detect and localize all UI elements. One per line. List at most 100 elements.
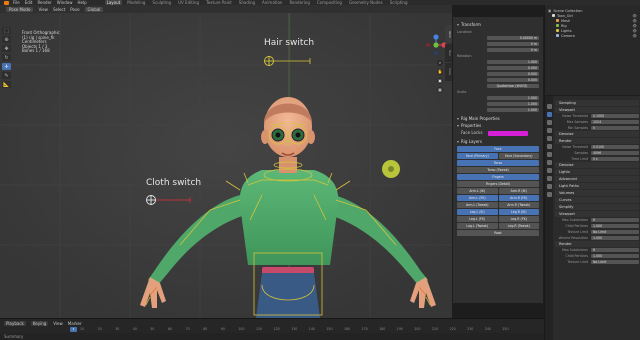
rig-layer-toggle[interactable]: Face	[457, 145, 539, 152]
camera-view-icon[interactable]: ▣	[437, 78, 443, 84]
rig-layer-toggle[interactable]: Arm.L (FK)	[457, 194, 498, 201]
tool-tab-icon[interactable]	[546, 104, 552, 109]
rig-main-section-header[interactable]: Rig Main Properties	[457, 116, 539, 121]
rig-layer-toggle[interactable]: Leg.R (FK)	[498, 215, 539, 222]
zoom-icon[interactable]: ⌕	[437, 60, 443, 66]
property-field[interactable]: 1.000	[591, 253, 639, 258]
transform-tool-icon[interactable]: ✛	[2, 63, 11, 70]
property-field[interactable]: No Limit	[591, 259, 639, 264]
properties-section-header[interactable]: Properties	[457, 123, 539, 128]
visibility-eye-icon[interactable]: 👁	[633, 29, 637, 33]
properties-section-header[interactable]: Volumes	[555, 190, 639, 196]
viewport-scene[interactable]	[0, 5, 452, 318]
rig-layer-toggle[interactable]: Torso (Tweak)	[457, 166, 539, 173]
rotation-mode-dropdown[interactable]: Quaternion (WXYZ)	[487, 83, 539, 88]
properties-section-header[interactable]: Light Paths	[555, 183, 639, 189]
property-field[interactable]: 0.1000	[591, 113, 639, 118]
rig-layer-toggle[interactable]: Arm.R (FK)	[498, 194, 539, 201]
property-field[interactable]: 0 s	[591, 156, 639, 161]
cursor-tool-icon[interactable]: ⊕	[2, 36, 11, 43]
property-field[interactable]: No Limit	[591, 229, 639, 234]
scale-z-field[interactable]: 1.000	[487, 107, 539, 112]
rotation-x-field[interactable]: 0.000	[487, 65, 539, 70]
rig-layer-toggle[interactable]: Arm.R (Tweak)	[498, 201, 539, 208]
properties-section-header[interactable]: Denoise	[555, 162, 639, 168]
3d-viewport[interactable]: Pose Mode View Select Pose Global Front …	[0, 5, 452, 318]
rig-layer-toggle[interactable]: Arm.L (Tweak)	[457, 201, 498, 208]
rig-layer-toggle[interactable]: Root	[457, 229, 539, 236]
rig-layer-toggle[interactable]: Fingers (Detail)	[457, 180, 539, 187]
ortho-toggle-icon[interactable]: ▦	[437, 87, 443, 93]
tab-item[interactable]: Item	[445, 25, 452, 43]
visibility-eye-icon[interactable]: 👁	[633, 34, 637, 38]
rotation-w-field[interactable]: 1.000	[487, 59, 539, 64]
face-lock-slider[interactable]	[487, 130, 528, 136]
property-field[interactable]: 4096	[591, 150, 639, 155]
rig-layer-toggle[interactable]: Leg.L (Tweak)	[457, 222, 498, 229]
properties-section-header[interactable]: Denoise	[555, 131, 639, 137]
tab-tool[interactable]: Tool	[445, 44, 452, 62]
object-tab-icon[interactable]	[546, 152, 552, 157]
modifier-tab-icon[interactable]	[546, 160, 552, 165]
property-field[interactable]: 0.0100	[591, 144, 639, 149]
rig-layer-toggle[interactable]: Face (Primary)	[457, 152, 498, 159]
pan-hand-icon[interactable]: ✋	[437, 69, 443, 75]
view-layer-tab-icon[interactable]	[546, 128, 552, 133]
rig-layer-toggle[interactable]: Leg.L (IK)	[457, 208, 498, 215]
tab-view[interactable]: View	[445, 63, 452, 81]
move-tool-icon[interactable]: ✥	[2, 45, 11, 52]
property-field[interactable]: 1024	[591, 119, 639, 124]
view-menu[interactable]: View	[38, 7, 48, 12]
blender-logo-icon[interactable]	[4, 0, 9, 5]
property-field[interactable]: 0	[591, 125, 639, 130]
measure-tool-icon[interactable]: 📐	[2, 81, 11, 88]
current-frame-indicator[interactable]: 1	[70, 327, 77, 332]
rig-layer-toggle[interactable]: Arm.R (IK)	[498, 187, 539, 194]
mode-dropdown[interactable]: Pose Mode	[6, 6, 34, 12]
rig-layer-toggle[interactable]: Arm.L (IK)	[457, 187, 498, 194]
rig-layer-toggle[interactable]: Leg.L (FK)	[457, 215, 498, 222]
orientation-dropdown[interactable]: Global	[84, 6, 104, 12]
scene-light-icon[interactable]	[382, 160, 400, 178]
property-field[interactable]: 6	[591, 247, 639, 252]
property-field[interactable]: 1.000	[591, 223, 639, 228]
pose-menu[interactable]: Pose	[70, 7, 79, 12]
scale-y-field[interactable]: 1.000	[487, 101, 539, 106]
rig-layer-toggle[interactable]: Fingers	[457, 173, 539, 180]
property-field[interactable]: 6	[591, 217, 639, 222]
render-tab-icon[interactable]	[546, 112, 552, 117]
properties-section-header[interactable]: Simplify	[555, 204, 639, 210]
rig-layer-toggle[interactable]: Leg.R (IK)	[498, 208, 539, 215]
scene-tab-icon[interactable]	[546, 136, 552, 141]
rotation-y-field[interactable]: 0.000	[487, 71, 539, 76]
annotate-tool-icon[interactable]: ✎	[2, 72, 11, 79]
location-z-field[interactable]: 0 m	[487, 47, 539, 52]
marker-menu[interactable]: Marker	[68, 321, 82, 326]
scale-x-field[interactable]: 1.000	[487, 95, 539, 100]
world-tab-icon[interactable]	[546, 144, 552, 149]
properties-section-header[interactable]: Advanced	[555, 176, 639, 182]
visibility-eye-icon[interactable]: 👁	[633, 24, 637, 28]
physics-tab-icon[interactable]	[546, 176, 552, 181]
select-box-tool-icon[interactable]: ⬚	[2, 27, 11, 34]
properties-section-header[interactable]: Sampling	[555, 100, 639, 106]
property-field[interactable]: 1.000	[591, 235, 639, 240]
visibility-eye-icon[interactable]: 👁	[633, 14, 637, 18]
properties-section-header[interactable]: Curves	[555, 197, 639, 203]
rig-layer-toggle[interactable]: Leg.R (Tweak)	[498, 222, 539, 229]
location-x-field[interactable]: 0.00000 m	[487, 35, 539, 40]
properties-section-header[interactable]: Lights	[555, 169, 639, 175]
rig-layer-toggle[interactable]: Torso	[457, 159, 539, 166]
rig-layers-section-header[interactable]: Rig Layers	[457, 139, 539, 144]
playback-menu[interactable]: Playback	[4, 320, 26, 326]
view-menu[interactable]: View	[53, 321, 63, 326]
visibility-eye-icon[interactable]: 👁	[633, 19, 637, 23]
rotation-z-field[interactable]: 0.000	[487, 77, 539, 82]
transform-section-header[interactable]: Transform	[457, 22, 539, 27]
rig-layer-toggle[interactable]: Face (Secondary)	[498, 152, 539, 159]
output-tab-icon[interactable]	[546, 120, 552, 125]
location-y-field[interactable]: 0 m	[487, 41, 539, 46]
select-menu[interactable]: Select	[53, 7, 65, 12]
data-tab-icon[interactable]	[546, 192, 552, 197]
particles-tab-icon[interactable]	[546, 168, 552, 173]
